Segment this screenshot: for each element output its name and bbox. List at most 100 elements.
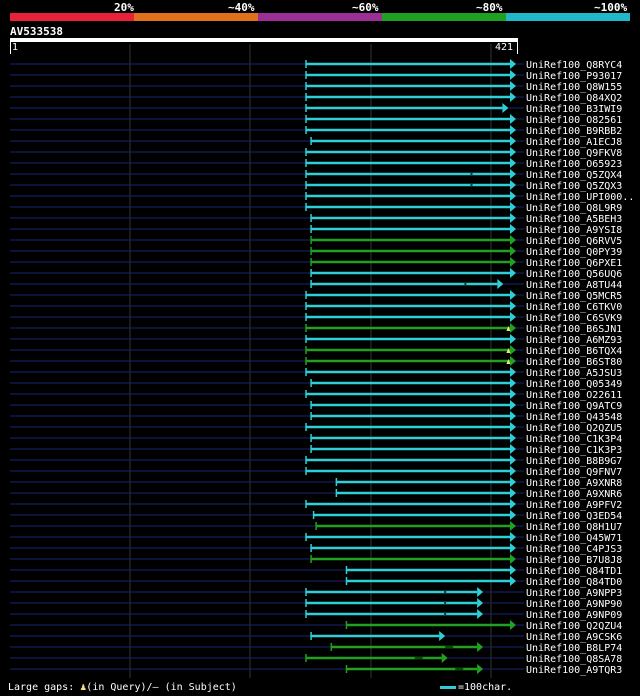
- hit-arrow: [510, 257, 516, 267]
- scale-key-bar: [440, 685, 456, 689]
- hit-arrow: [477, 598, 484, 608]
- hit-arrow: [510, 400, 516, 410]
- hit-name-link[interactable]: UniRef100_A1ECJ8: [526, 137, 622, 148]
- hit-arrow: [477, 587, 484, 597]
- hit-name-link[interactable]: UniRef100_Q8H1U7: [526, 522, 622, 533]
- hit-name-link[interactable]: UniRef100_C6TKV0: [526, 302, 622, 313]
- hit-arrow: [510, 235, 516, 245]
- hit-name-link[interactable]: UniRef100_Q56UQ6: [526, 269, 622, 280]
- hit-name-link[interactable]: UniRef100_A5BEH3: [526, 214, 622, 225]
- hit-name-link[interactable]: UniRef100_B9RBB2: [526, 126, 622, 137]
- hit-arrow: [510, 411, 516, 421]
- hit-name-link[interactable]: UniRef100_Q5MCR5: [526, 291, 622, 302]
- hit-name-link[interactable]: UniRef100_A6MZ93: [526, 335, 622, 346]
- hit-name-link[interactable]: UniRef100_Q6RVV5: [526, 236, 622, 247]
- hit-arrow: [510, 532, 516, 542]
- hit-name-link[interactable]: UniRef100_Q05349: [526, 379, 622, 390]
- hit-arrow: [510, 136, 516, 146]
- subject-gap-label: – (in Subject): [152, 682, 237, 693]
- hit-name-link[interactable]: UniRef100_Q5ZQX4: [526, 170, 622, 181]
- hit-name-link[interactable]: UniRef100_B6ST80: [526, 357, 622, 368]
- hit-name-link[interactable]: UniRef100_Q5ZQX3: [526, 181, 622, 192]
- hit-name-link[interactable]: UniRef100_C6SVK9: [526, 313, 622, 324]
- hit-name-link[interactable]: UniRef100_B6TQX4: [526, 346, 622, 357]
- hit-arrow: [510, 433, 516, 443]
- hit-arrow: [510, 158, 516, 168]
- hit-arrow: [477, 609, 484, 619]
- hit-arrow: [510, 620, 516, 630]
- hit-name-link[interactable]: UniRef100_C4PJS3: [526, 544, 622, 555]
- hit-arrow: [510, 378, 516, 388]
- hit-arrow: [510, 488, 516, 498]
- hit-name-link[interactable]: UniRef100_Q45W71: [526, 533, 622, 544]
- hit-arrow: [510, 455, 516, 465]
- hit-name-link[interactable]: UniRef100_Q2QZU5: [526, 423, 622, 434]
- hit-arrow: [477, 664, 484, 674]
- hit-name-link[interactable]: UniRef100_O22611: [526, 390, 622, 401]
- hit-arrow: [510, 147, 516, 157]
- hit-name-link[interactable]: UniRef100_Q8SA78: [526, 654, 622, 665]
- query-gap-label: (in Query)/: [86, 682, 153, 693]
- hit-arrow: [502, 103, 509, 113]
- hit-name-link[interactable]: UniRef100_Q43548: [526, 412, 622, 423]
- hit-name-link[interactable]: UniRef100_UPI000..: [526, 192, 634, 203]
- hit-name-link[interactable]: UniRef100_Q3ED54: [526, 511, 622, 522]
- hit-name-link[interactable]: UniRef100_A9YSI8: [526, 225, 622, 236]
- hit-arrow: [510, 246, 516, 256]
- hit-arrow: [510, 477, 516, 487]
- hit-name-link[interactable]: UniRef100_Q84TD1: [526, 566, 622, 577]
- hit-arrow: [510, 114, 516, 124]
- hit-name-link[interactable]: UniRef100_O82561: [526, 115, 622, 126]
- hit-arrow: [510, 191, 516, 201]
- hit-arrow: [510, 92, 516, 102]
- hit-name-link[interactable]: UniRef100_B6SJN1: [526, 324, 622, 335]
- hit-name-link[interactable]: UniRef100_B8B9G7: [526, 456, 622, 467]
- hit-name-link[interactable]: UniRef100_Q84XQ2: [526, 93, 622, 104]
- gaps-label: Large gaps:: [8, 682, 75, 693]
- hit-name-link[interactable]: UniRef100_A9NPP3: [526, 588, 622, 599]
- hit-name-link[interactable]: UniRef100_Q84TD0: [526, 577, 622, 588]
- hit-arrow: [510, 323, 516, 333]
- hit-name-link[interactable]: UniRef100_Q8RYC4: [526, 60, 622, 71]
- hit-name-link[interactable]: UniRef100_Q8L9R9: [526, 203, 622, 214]
- hit-name-link[interactable]: UniRef100_A9XNR8: [526, 478, 622, 489]
- hit-arrow: [510, 499, 516, 509]
- hit-arrow: [497, 279, 504, 289]
- hit-name-link[interactable]: UniRef100_A9XNR6: [526, 489, 622, 500]
- hit-name-link[interactable]: UniRef100_Q8W155: [526, 82, 622, 93]
- hit-name-link[interactable]: UniRef100_Q9FKV8: [526, 148, 622, 159]
- hit-name-link[interactable]: UniRef100_A8TU44: [526, 280, 622, 291]
- hit-arrow: [510, 444, 516, 454]
- hit-arrow: [510, 367, 516, 377]
- hit-arrow: [510, 521, 516, 531]
- hit-name-link[interactable]: UniRef100_A9PFV2: [526, 500, 622, 511]
- hit-name-link[interactable]: UniRef100_A9TQR3: [526, 665, 622, 676]
- hit-name-link[interactable]: UniRef100_Q9FNV7: [526, 467, 622, 478]
- hit-name-link[interactable]: UniRef100_Q6PXE1: [526, 258, 622, 269]
- hit-name-link[interactable]: UniRef100_B7U8J8: [526, 555, 622, 566]
- hit-arrow: [510, 268, 516, 278]
- hit-name-link[interactable]: UniRef100_O65923: [526, 159, 622, 170]
- hit-arrow: [510, 565, 516, 575]
- hit-name-link[interactable]: UniRef100_A5JSU3: [526, 368, 622, 379]
- hit-arrow: [510, 345, 516, 355]
- hit-name-link[interactable]: UniRef100_Q2QZU4: [526, 621, 622, 632]
- hit-name-link[interactable]: UniRef100_P93017: [526, 71, 622, 82]
- hit-name-link[interactable]: UniRef100_C1K3P4: [526, 434, 622, 445]
- hit-arrow: [510, 466, 516, 476]
- hit-name-link[interactable]: UniRef100_Q0PY39: [526, 247, 622, 258]
- hit-name-link[interactable]: UniRef100_A9NP90: [526, 599, 622, 610]
- hit-name-link[interactable]: UniRef100_B8LP74: [526, 643, 622, 654]
- hit-arrow: [510, 576, 516, 586]
- hit-name-link[interactable]: UniRef100_C1K3P3: [526, 445, 622, 456]
- hit-name-link[interactable]: UniRef100_A9NP09: [526, 610, 622, 621]
- hit-arrow: [510, 202, 516, 212]
- gap-legend: Large gaps: ♟(in Query)/– (in Subject): [8, 682, 237, 693]
- hit-name-link[interactable]: UniRef100_B3IWI9: [526, 104, 622, 115]
- hit-arrow: [510, 301, 516, 311]
- hit-arrow: [441, 653, 448, 663]
- hit-name-link[interactable]: UniRef100_Q9ATC9: [526, 401, 622, 412]
- hit-name-link[interactable]: UniRef100_A9CSK6: [526, 632, 622, 643]
- hit-arrow: [510, 169, 516, 179]
- hit-arrow: [510, 180, 516, 190]
